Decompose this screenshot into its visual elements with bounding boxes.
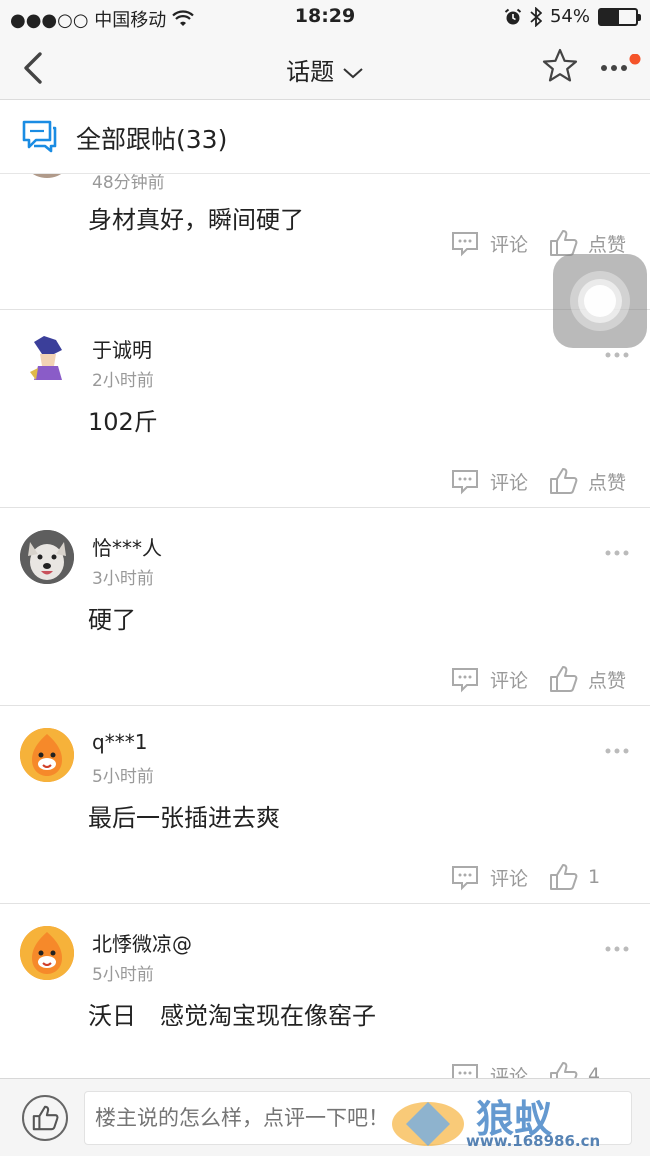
comment-item: 于诚明 2小时前 102斤 评论 点赞	[0, 310, 650, 508]
chat-bubble-icon	[22, 120, 57, 153]
like-count: 4	[588, 1064, 601, 1078]
like-label: 点赞	[588, 669, 627, 692]
avatar[interactable]	[20, 926, 74, 980]
dog-avatar-image	[20, 530, 74, 584]
comment-text: 102斤	[88, 408, 158, 436]
watermark-url: www.168986.cn	[466, 1132, 601, 1150]
comment-icon	[452, 1064, 478, 1078]
thumbs-up-icon	[550, 1062, 578, 1078]
alarm-clock-icon	[504, 8, 522, 24]
comment-time: 5小时前	[92, 965, 154, 985]
more-menu-icon[interactable]	[598, 54, 644, 84]
comment-text: 最后一张插进去爽	[88, 804, 280, 832]
anime-avatar-image	[30, 336, 62, 380]
site-watermark: 狼蚁 www.168986.cn	[388, 1086, 646, 1152]
like-button[interactable]: 4	[548, 1060, 600, 1078]
comment-item: q***1 5小时前 最后一张插进去爽 评论 1	[0, 706, 650, 904]
avatar[interactable]	[20, 332, 74, 386]
thumbs-up-icon	[550, 666, 578, 692]
comment-label: 评论	[490, 471, 529, 494]
mascot-avatar-image	[20, 926, 74, 980]
nav-bar: 话题	[0, 34, 650, 100]
bluetooth-icon	[530, 6, 542, 27]
comment-icon	[452, 866, 478, 891]
comment-item: 恰***人 3小时前 硬了 评论 点赞	[0, 508, 650, 706]
like-label: 点赞	[588, 471, 627, 494]
comment-icon	[452, 668, 478, 693]
section-header: 全部跟帖(33)	[0, 100, 650, 174]
chevron-down-icon	[343, 68, 363, 79]
username[interactable]: 北悸微凉@	[92, 928, 192, 957]
comment-label: 评论	[490, 1065, 529, 1079]
username[interactable]: 于诚明	[92, 334, 152, 363]
like-label: 点赞	[588, 233, 627, 256]
username[interactable]: q***1	[92, 730, 147, 754]
like-button[interactable]: 点赞	[548, 466, 626, 496]
section-title: 全部跟帖(33)	[76, 125, 228, 154]
avatar[interactable]	[20, 728, 74, 782]
assistive-ring	[584, 285, 616, 317]
mascot-avatar-image	[20, 728, 74, 782]
comment-button[interactable]: 评论	[450, 664, 528, 694]
comment-icon	[452, 470, 478, 495]
avatar[interactable]	[20, 174, 74, 178]
comment-button[interactable]: 评论	[450, 466, 528, 496]
status-right: 54%	[504, 6, 641, 27]
comment-label: 评论	[490, 669, 529, 692]
comment-time: 2小时前	[92, 371, 154, 391]
thumbs-up-icon	[550, 864, 578, 890]
like-count: 1	[588, 866, 601, 888]
more-options-icon[interactable]	[604, 746, 630, 756]
notification-dot	[629, 54, 641, 65]
battery-fill	[600, 9, 620, 24]
comment-button[interactable]: 评论	[450, 862, 528, 892]
comment-text: 硬了	[88, 606, 136, 634]
comment-time: 5小时前	[92, 767, 154, 787]
comment-icon	[452, 232, 478, 257]
more-options-icon[interactable]	[604, 944, 630, 954]
thumbs-up-icon	[32, 1105, 59, 1131]
battery-percent: 54%	[549, 6, 590, 27]
comment-text: 身材真好，瞬间硬了	[88, 206, 304, 234]
avatar[interactable]	[20, 530, 74, 584]
nav-title-text: 话题	[286, 58, 335, 86]
comment-item: 北悸微凉@ 5小时前 沃日 感觉淘宝现在像窑子 评论 4	[0, 904, 650, 1078]
comment-label: 评论	[490, 233, 529, 256]
like-button[interactable]: 1	[548, 862, 600, 892]
thumbs-up-icon	[550, 468, 578, 494]
more-options-icon[interactable]	[604, 350, 630, 360]
battery-icon	[598, 7, 641, 26]
comment-time: 48分钟前	[92, 174, 165, 193]
comment-text: 沃日 感觉淘宝现在像窑子	[88, 1002, 376, 1030]
more-options-icon[interactable]	[604, 548, 630, 558]
username[interactable]: 恰***人	[92, 532, 162, 561]
comment-button[interactable]: 评论	[450, 1060, 528, 1078]
like-post-button[interactable]	[22, 1095, 68, 1141]
comment-label: 评论	[490, 867, 529, 890]
status-bar: ●●●○○ 中国移动 18:29 54%	[0, 0, 650, 34]
like-button[interactable]: 点赞	[548, 664, 626, 694]
comment-time: 3小时前	[92, 569, 154, 589]
favorite-star-icon[interactable]	[540, 46, 580, 86]
assistive-touch-button[interactable]	[553, 254, 647, 348]
comment-button[interactable]: 评论	[450, 228, 528, 258]
